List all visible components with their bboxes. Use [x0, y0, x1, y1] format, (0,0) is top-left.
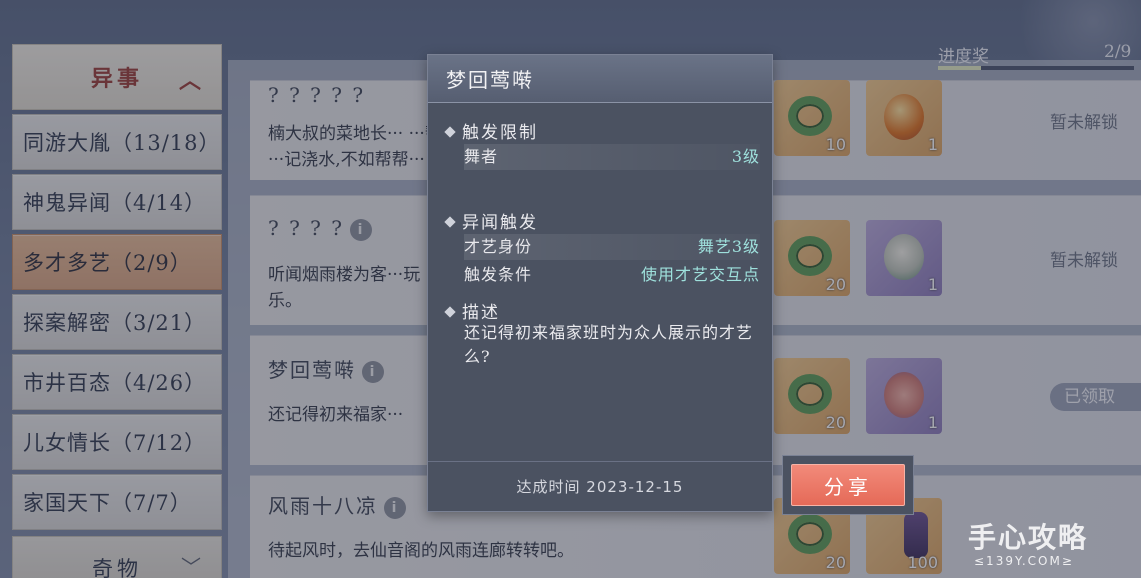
section-title-description: 描述: [444, 298, 500, 323]
diamond-bullet-icon: [444, 126, 456, 138]
section-title-text: 异闻触发: [462, 213, 538, 233]
section-title-trigger-limit: 触发限制: [444, 118, 538, 143]
requirement-value: 舞艺3级: [697, 237, 760, 256]
event-detail-modal: 梦回莺啭 触发限制 舞者 3级 异闻触发 才艺身份 舞艺3级 触发条件 使用才艺…: [427, 54, 773, 512]
share-button[interactable]: 分享: [791, 464, 905, 506]
modal-body: 触发限制 舞者 3级 异闻触发 才艺身份 舞艺3级 触发条件 使用才艺交互点 描…: [428, 104, 772, 462]
section-title-trigger: 异闻触发: [444, 208, 538, 233]
achieved-date: 达成时间 2023-12-15: [428, 461, 772, 511]
requirement-label: 舞者: [464, 147, 499, 166]
modal-title: 梦回莺啭: [428, 55, 772, 103]
share-panel: 分享: [782, 455, 914, 515]
watermark-subtext: ≤139Y.COM≥: [974, 554, 1074, 568]
requirement-label: 才艺身份: [464, 237, 533, 256]
requirement-row: 舞者 3级: [464, 144, 760, 170]
requirement-row: 触发条件 使用才艺交互点: [464, 262, 760, 288]
site-watermark: 手心攻略 ≤139Y.COM≥: [968, 516, 1138, 574]
requirement-value: 3级: [731, 147, 760, 166]
section-title-text: 描述: [462, 303, 500, 323]
requirement-row: 才艺身份 舞艺3级: [464, 234, 760, 260]
section-title-text: 触发限制: [462, 123, 538, 143]
watermark-text: 手心攻略: [968, 521, 1089, 554]
diamond-bullet-icon: [444, 306, 456, 318]
diamond-bullet-icon: [444, 216, 456, 228]
modal-description: 还记得初来福家班时为众人展示的才艺么?: [464, 323, 754, 366]
requirement-label: 触发条件: [464, 265, 533, 284]
requirement-value: 使用才艺交互点: [640, 265, 760, 284]
